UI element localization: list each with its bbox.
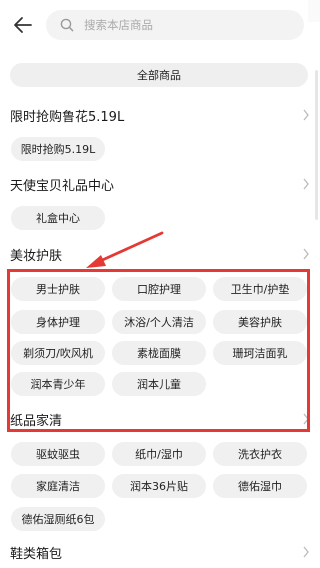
subcategory-chip[interactable]: 德佑湿厕纸6包: [11, 507, 105, 531]
category-title: 天使宝贝礼品中心: [10, 178, 115, 194]
category-title: 美妆护肤: [10, 248, 63, 264]
category-title: 鞋类箱包: [10, 546, 63, 562]
search-icon: [60, 17, 76, 33]
scrollbar-thumb[interactable]: [315, 70, 318, 220]
chevron-right-icon: [302, 173, 310, 195]
top-edge-decoration: [308, 0, 320, 22]
category-title: 限时抢购鲁花5.19L: [10, 109, 125, 125]
back-button[interactable]: [10, 12, 36, 38]
subcategory-chip[interactable]: 家庭清洁: [11, 474, 105, 498]
category-header-shoes-bags[interactable]: 鞋类箱包: [10, 541, 310, 563]
annotation-highlight-box: [7, 269, 310, 432]
all-products-button[interactable]: 全部商品: [10, 63, 308, 87]
chevron-right-icon: [302, 541, 310, 563]
search-input[interactable]: [82, 17, 286, 33]
subcategory-chip[interactable]: 润本36片贴: [112, 474, 206, 498]
chevron-right-icon: [302, 243, 310, 265]
subcategory-chip[interactable]: 礼盒中心: [11, 206, 105, 230]
back-arrow-icon: [14, 17, 32, 33]
subcategory-chip[interactable]: 纸巾/湿巾: [112, 442, 206, 466]
subcategory-chip[interactable]: 洗衣护衣: [213, 442, 307, 466]
category-header-gift-center[interactable]: 天使宝贝礼品中心: [10, 173, 310, 195]
subcategory-chip[interactable]: 限时抢购5.19L: [11, 137, 105, 161]
category-header-beauty[interactable]: 美妆护肤: [10, 243, 310, 265]
category-header-flash-sale[interactable]: 限时抢购鲁花5.19L: [10, 104, 310, 126]
chevron-right-icon: [302, 104, 310, 126]
subcategory-chip[interactable]: 德佑湿巾: [213, 474, 307, 498]
search-bar[interactable]: [46, 10, 304, 40]
header-bar: [0, 0, 320, 50]
subcategory-chip[interactable]: 驱蚊驱虫: [11, 442, 105, 466]
